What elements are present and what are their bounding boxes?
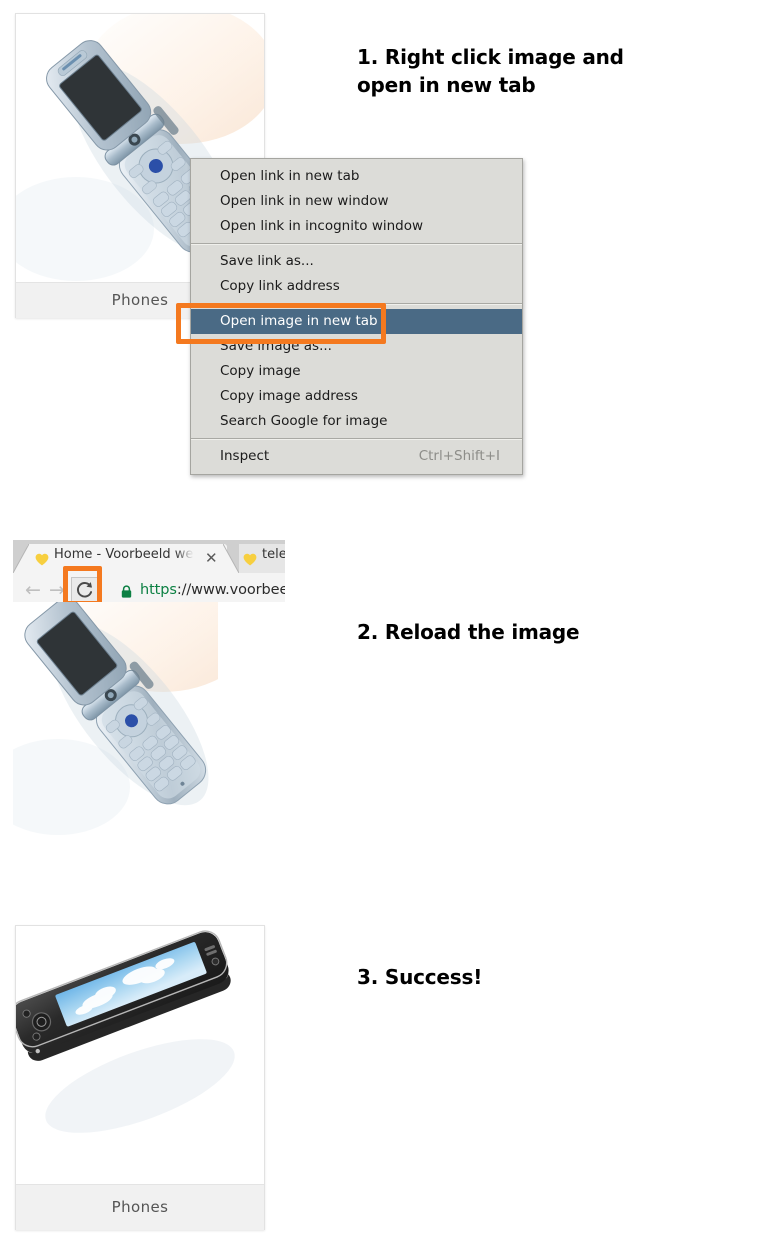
ctx-item-open-link-incognito[interactable]: Open link in incognito window bbox=[191, 214, 522, 239]
browser-toolbar: ← → https://www.voorbeeld bbox=[13, 573, 285, 602]
ctx-item-copy-image[interactable]: Copy image bbox=[191, 359, 522, 384]
tab-close-icon[interactable]: ✕ bbox=[205, 549, 218, 567]
address-bar[interactable]: https://www.voorbeeld bbox=[109, 573, 285, 602]
step3-heading: 3. Success! bbox=[357, 965, 483, 989]
ctx-item-open-link-new-window[interactable]: Open link in new window bbox=[191, 189, 522, 214]
address-bar-url: https://www.voorbeeld bbox=[140, 582, 285, 598]
ctx-item-label: Open link in incognito window bbox=[220, 218, 424, 234]
ctx-separator bbox=[191, 438, 522, 440]
tab-left-edge bbox=[13, 544, 29, 573]
back-arrow-icon[interactable]: ← bbox=[25, 581, 41, 600]
ctx-item-label: Copy image bbox=[220, 363, 301, 379]
tab-right-edge bbox=[223, 544, 239, 573]
ctx-item-label: Search Google for image bbox=[220, 413, 388, 429]
ctx-item-inspect[interactable]: Inspect Ctrl+Shift+I bbox=[191, 444, 522, 469]
url-rest: ://www.voorbeeld bbox=[176, 582, 285, 598]
ctx-item-search-google-for-image[interactable]: Search Google for image bbox=[191, 409, 522, 434]
ctx-item-label: Open link in new tab bbox=[220, 168, 360, 184]
step1-heading: 1. Right click image and open in new tab bbox=[357, 45, 624, 97]
ctx-group-link: Open link in new tab Open link in new wi… bbox=[191, 164, 522, 239]
ctx-item-label: Copy link address bbox=[220, 278, 340, 294]
ctx-item-label: Open link in new window bbox=[220, 193, 389, 209]
browser-window-screenshot[interactable]: Home - Voorbeeld we ✕ telefoo ← → bbox=[13, 540, 285, 602]
ctx-item-label: Save link as... bbox=[220, 253, 314, 269]
ctx-separator bbox=[191, 243, 522, 245]
browser-tabstrip: Home - Voorbeeld we ✕ telefoo bbox=[13, 540, 285, 573]
reloaded-image-flipphone[interactable] bbox=[13, 602, 218, 837]
browser-tab-title: telefoo bbox=[262, 547, 285, 562]
product-card-step3[interactable]: Phones bbox=[15, 925, 265, 1230]
ctx-item-copy-image-address[interactable]: Copy image address bbox=[191, 384, 522, 409]
ctx-bottom-padding bbox=[191, 469, 522, 474]
ctx-item-label: Inspect bbox=[220, 448, 270, 464]
url-scheme: https bbox=[140, 582, 177, 598]
smartphone-illustration bbox=[16, 926, 264, 1184]
flip-phone-illustration bbox=[13, 602, 218, 837]
ctx-item-open-link-new-tab[interactable]: Open link in new tab bbox=[191, 164, 522, 189]
product-image-smartphone[interactable] bbox=[16, 926, 264, 1184]
step2-heading: 2. Reload the image bbox=[357, 620, 580, 644]
browser-tab-title: Home - Voorbeeld we bbox=[54, 547, 194, 562]
ctx-item-shortcut: Ctrl+Shift+I bbox=[418, 448, 500, 464]
product-card-caption-step3: Phones bbox=[16, 1184, 264, 1230]
ctx-item-copy-link-address[interactable]: Copy link address bbox=[191, 274, 522, 299]
ctx-item-label: Copy image address bbox=[220, 388, 358, 404]
annotation-highlight-reload bbox=[63, 566, 102, 606]
lock-icon bbox=[121, 583, 132, 598]
tab-title-fade bbox=[175, 544, 201, 573]
annotation-highlight-open-image bbox=[176, 303, 386, 344]
favicon-heart-icon bbox=[35, 551, 49, 566]
ctx-group-link-save: Save link as... Copy link address bbox=[191, 249, 522, 299]
favicon-heart-icon bbox=[243, 551, 257, 566]
ctx-item-save-link-as[interactable]: Save link as... bbox=[191, 249, 522, 274]
ctx-group-inspect: Inspect Ctrl+Shift+I bbox=[191, 444, 522, 469]
